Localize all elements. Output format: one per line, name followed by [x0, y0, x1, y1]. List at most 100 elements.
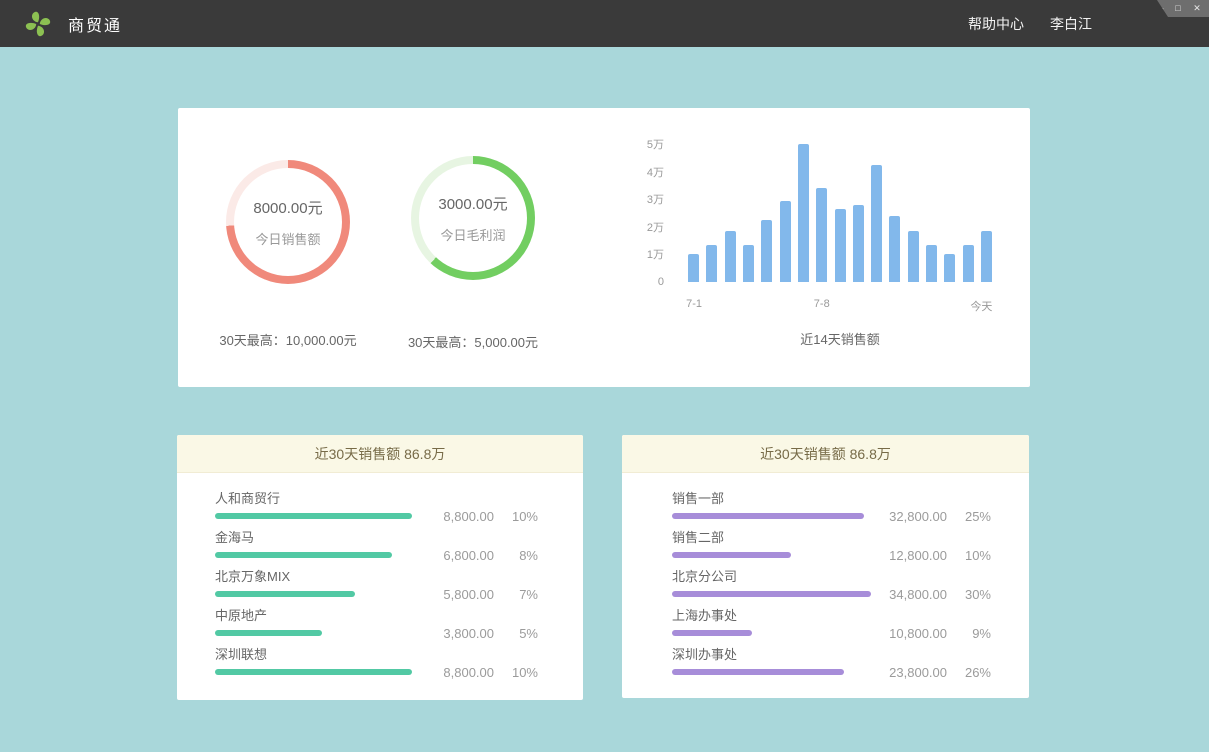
sales-bar: [688, 254, 699, 282]
sales-bar: [706, 245, 717, 282]
today-sales-label: 今日销售额: [255, 229, 320, 248]
rank-item-amount: 6,800.00: [418, 548, 494, 563]
rank-item-bar: [672, 591, 871, 597]
rank-item-values: 32,800.0025%: [871, 509, 991, 524]
rank-item-percent: 9%: [947, 626, 991, 641]
help-center-link[interactable]: 帮助中心: [968, 14, 1024, 34]
rank-item-name: 金海马: [215, 527, 538, 546]
rank-item-name: 深圳联想: [215, 644, 538, 663]
rank-item-name: 北京分公司: [672, 566, 991, 585]
titlebar: 商贸通 帮助中心 李白江 — □ ✕: [0, 0, 1209, 47]
rank-item-bar: [215, 513, 412, 519]
rank-row: 人和商贸行 8,800.0010%: [215, 488, 538, 527]
rank-item-name: 上海办事处: [672, 605, 991, 624]
rank-item-amount: 8,800.00: [418, 665, 494, 680]
rank-row: 销售一部 32,800.0025%: [672, 488, 991, 527]
y-axis-tick: 3万: [618, 191, 664, 207]
rank-item-percent: 7%: [494, 587, 538, 602]
rank-item-name: 中原地产: [215, 605, 538, 624]
maximize-icon[interactable]: □: [1173, 4, 1183, 13]
sales-bar: [780, 201, 791, 282]
sales-bar: [853, 205, 864, 282]
rank-item-amount: 10,800.00: [871, 626, 947, 641]
rank-row: 中原地产 3,800.005%: [215, 605, 538, 644]
rank-item-amount: 12,800.00: [871, 548, 947, 563]
bar-chart-title: 近14天销售额: [688, 329, 992, 348]
today-sales-gauge-center: 8000.00元 今日销售额: [234, 168, 342, 276]
rank-item-amount: 8,800.00: [418, 509, 494, 524]
rank-item-amount: 23,800.00: [871, 665, 947, 680]
sales-bar: [835, 209, 846, 282]
rank-row: 北京分公司 34,800.0030%: [672, 566, 991, 605]
rank-item-percent: 30%: [947, 587, 991, 602]
today-sales-value: 8000.00元: [253, 197, 322, 218]
department-rank-card: 近30天销售额 86.8万 销售一部32,800.0025%销售二部12,800…: [622, 435, 1029, 698]
rank-item-values: 3,800.005%: [418, 626, 538, 641]
rank-item-bar: [672, 630, 752, 636]
x-axis-tick: 7-1: [686, 298, 702, 310]
rank-item-values: 23,800.0026%: [871, 665, 991, 680]
customer-rank-card: 近30天销售额 86.8万 人和商贸行 8,800.0010% 金海马 6,800.0…: [177, 435, 583, 700]
x-axis-tick: 今天: [970, 298, 992, 314]
user-menu[interactable]: 李白江: [1050, 14, 1092, 34]
y-axis-tick: 4万: [618, 164, 664, 180]
window-controls: — □ ✕: [1149, 0, 1209, 17]
rank-row: 北京万象MIX 5,800.007%: [215, 566, 538, 605]
sales-bar: [963, 245, 974, 282]
sales-bar: [944, 254, 955, 282]
rank-item-bar: [672, 552, 791, 558]
brand: 商贸通: [22, 8, 122, 40]
sales-bar: [871, 165, 882, 282]
rank-item-amount: 34,800.00: [871, 587, 947, 602]
rank-item-bar: [672, 669, 844, 675]
rank-row: 深圳办事处 23,800.0026%: [672, 644, 991, 683]
rank-row: 销售二部 12,800.0010%: [672, 527, 991, 566]
rank-item-bar: [215, 669, 412, 675]
rank-item-percent: 26%: [947, 665, 991, 680]
rank-item-name: 深圳办事处: [672, 644, 991, 663]
today-profit-value: 3000.00元: [438, 193, 507, 214]
bar-chart-plot: [688, 144, 992, 282]
close-icon[interactable]: ✕: [1192, 4, 1202, 13]
rank-item-values: 8,800.0010%: [418, 509, 538, 524]
sales-bar: [908, 231, 919, 282]
minimize-icon[interactable]: —: [1154, 4, 1164, 13]
rank-item-name: 销售一部: [672, 488, 991, 507]
today-profit-gauge: 3000.00元 今日毛利润: [411, 156, 535, 280]
sales-bar: [743, 245, 754, 282]
rank-item-values: 12,800.0010%: [871, 548, 991, 563]
y-axis-tick: 5万: [618, 136, 664, 152]
rank-item-name: 销售二部: [672, 527, 991, 546]
app-title: 商贸通: [68, 12, 122, 36]
x-axis-tick: 7-8: [814, 298, 830, 310]
sales-bar: [761, 220, 772, 282]
bar-chart-y-axis: 01万2万3万4万5万: [618, 144, 664, 282]
sales-bar: [926, 245, 937, 282]
rank-item-values: 6,800.008%: [418, 548, 538, 563]
rank-item-values: 10,800.009%: [871, 626, 991, 641]
bar-chart-x-axis: 7-1 7-8 今天: [688, 298, 992, 314]
pinwheel-logo-icon: [22, 8, 54, 40]
profit-30day-max: 30天最高：5,000.00元: [363, 332, 583, 351]
y-axis-tick: 2万: [618, 219, 664, 235]
rank-item-name: 北京万象MIX: [215, 566, 538, 585]
rank-item-percent: 8%: [494, 548, 538, 563]
sales-bar: [981, 231, 992, 282]
customer-rank-title: 近30天销售额 86.8万: [177, 435, 583, 473]
rank-item-values: 34,800.0030%: [871, 587, 991, 602]
sales-bar: [798, 144, 809, 282]
rank-item-name: 人和商贸行: [215, 488, 538, 507]
rank-item-values: 5,800.007%: [418, 587, 538, 602]
rank-item-bar: [215, 630, 322, 636]
rank-row: 金海马 6,800.008%: [215, 527, 538, 566]
customer-rank-list: 人和商贸行 8,800.0010% 金海马 6,800.008% 北京万象MIX 5,80…: [177, 473, 583, 683]
header-nav: 帮助中心 李白江: [968, 0, 1092, 47]
summary-card: 8000.00元 今日销售额 30天最高：10,000.00元 3000.00元…: [178, 108, 1030, 387]
department-rank-list: 销售一部 32,800.0025% 销售二部 12,800.0010% 北京分公司 34,…: [622, 473, 1029, 683]
rank-item-bar: [672, 513, 864, 519]
today-profit-gauge-center: 3000.00元 今日毛利润: [419, 164, 527, 272]
rank-item-percent: 10%: [947, 548, 991, 563]
today-profit-label: 今日毛利润: [440, 225, 505, 244]
rank-row: 深圳联想8,800.0010%: [215, 644, 538, 683]
today-sales-gauge: 8000.00元 今日销售额: [226, 160, 350, 284]
